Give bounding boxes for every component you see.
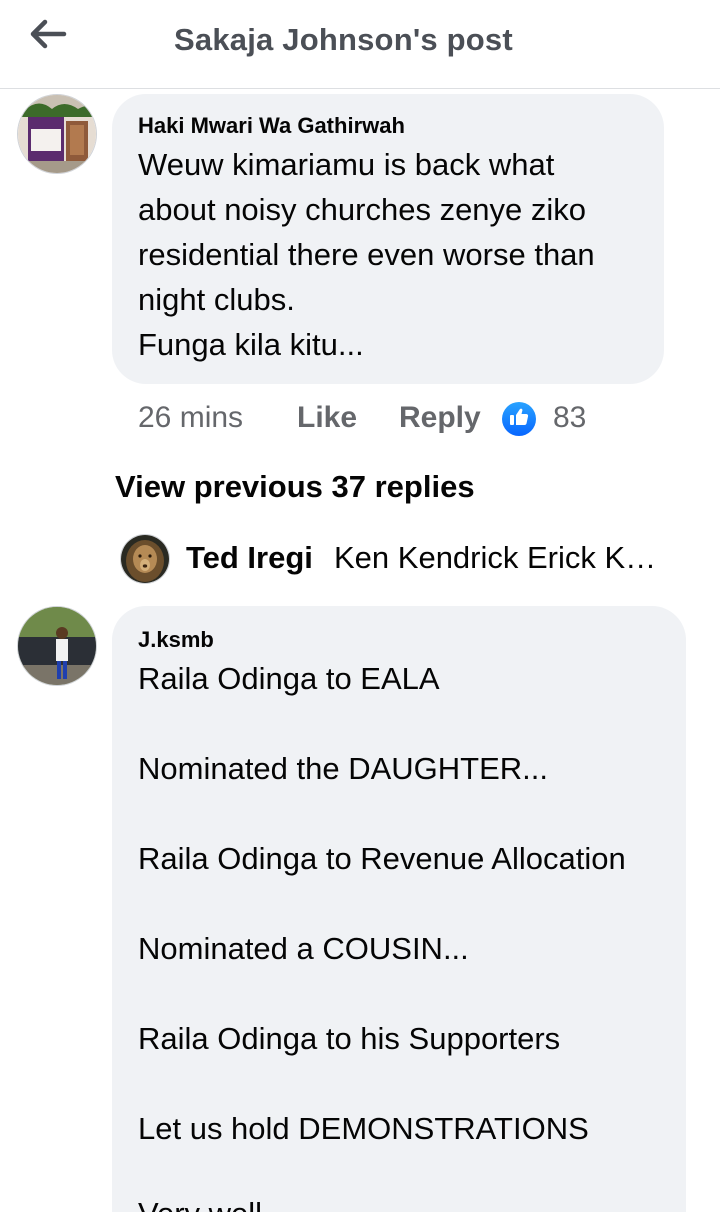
reply-author[interactable]: Ted Iregi [186,540,313,576]
like-button[interactable]: Like [297,401,357,435]
comment-line: night clubs. [138,282,295,317]
comment-line: Raila Odinga to his Supporters [138,1021,561,1056]
reply-snippet[interactable]: Ken Kendrick Erick K… [334,540,670,576]
comment-line: Nominated a COUSIN... [138,931,469,966]
comment-line: residential there even worse than [138,237,595,272]
post-comments-screen: Sakaja Johnson's post Haki Mwari Wa Gath… [0,0,720,1219]
reaction-count[interactable]: 83 [553,401,586,435]
thumbs-up-icon [508,406,530,433]
view-previous-replies-link[interactable]: View previous 37 replies [115,469,475,505]
comment-author[interactable]: J.ksmb [138,627,214,653]
avatar[interactable] [17,606,97,686]
comment-line: Raila Odinga to Revenue Allocation [138,841,626,876]
comment-line: Nominated the DAUGHTER... [138,751,549,786]
top-bar: Sakaja Johnson's post [0,0,720,89]
reaction-badge[interactable] [502,402,536,436]
avatar[interactable] [17,94,97,174]
comment-timestamp: 26 mins [138,401,244,434]
reply-button[interactable]: Reply [399,401,481,435]
comment-bubble[interactable]: Haki Mwari Wa Gathirwah Weuw kimariamu i… [112,94,664,384]
comment-bubble[interactable]: J.ksmb Raila Odinga to EALA Nominated th… [112,606,686,1219]
comment-line: Weuw kimariamu is back what [138,147,555,182]
page-title: Sakaja Johnson's post [174,22,513,57]
comment-author[interactable]: Haki Mwari Wa Gathirwah [138,113,405,139]
back-button[interactable] [24,14,72,58]
comment-line: Let us hold DEMONSTRATIONS [138,1111,589,1146]
avatar[interactable] [120,534,170,584]
comment-line: Funga kila kitu... [138,327,364,362]
bottom-edge [0,1212,720,1219]
comment-line: Raila Odinga to EALA [138,661,440,696]
comment-line: about noisy churches zenye ziko [138,192,587,227]
arrow-left-icon [29,19,67,54]
